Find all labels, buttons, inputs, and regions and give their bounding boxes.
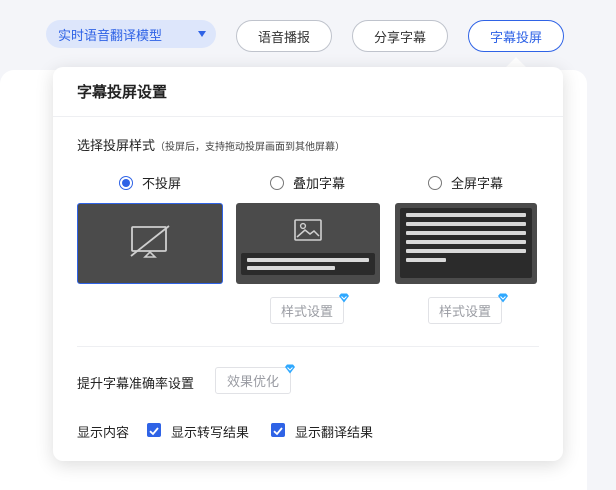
radio-fullscreen-subtitles[interactable] [428, 175, 442, 190]
subtitle-projection-button[interactable]: 字幕投屏 [468, 20, 564, 52]
section-divider [77, 346, 539, 347]
vip-diamond-icon [339, 293, 349, 303]
preview-fullscreen-subtitles[interactable] [395, 203, 537, 284]
subtitle-line [406, 240, 526, 244]
option-fullscreen-subtitles[interactable]: 全屏字幕 [428, 173, 503, 192]
subtitle-line [406, 231, 526, 235]
no-screen-icon [130, 225, 170, 258]
translation-checkbox[interactable] [271, 423, 285, 437]
subtitle-projection-settings-popup: 字幕投屏设置 选择投屏样式（投屏后，支持拖动投屏画面到其他屏幕） 不投屏 叠加字… [53, 67, 563, 461]
vip-diamond-icon [498, 293, 508, 303]
checkmark-icon [149, 427, 159, 436]
subtitle-line [406, 222, 526, 226]
preview-no-projection[interactable] [77, 203, 223, 284]
title-divider [53, 116, 563, 117]
projection-style-heading: 选择投屏样式（投屏后，支持拖动投屏画面到其他屏幕） [77, 135, 345, 154]
option-overlay-subtitles[interactable]: 叠加字幕 [270, 173, 345, 192]
subtitle-bar [241, 253, 375, 275]
chevron-down-icon [198, 31, 206, 37]
popup-title: 字幕投屏设置 [77, 83, 168, 101]
subtitle-line [406, 249, 526, 253]
option-no-projection-label: 不投屏 [142, 177, 182, 192]
projection-style-note: （投屏后，支持拖动投屏画面到其他屏幕） [155, 142, 346, 153]
model-select-label: 实时语音翻译模型 [58, 28, 163, 44]
voice-broadcast-button[interactable]: 语音播报 [236, 20, 332, 52]
preview-overlay-subtitles[interactable] [236, 203, 380, 284]
subtitle-line [406, 258, 446, 262]
model-select-dropdown[interactable]: 实时语音翻译模型 [46, 20, 216, 48]
overlay-style-settings-button[interactable]: 样式设置 [270, 297, 344, 324]
transcription-checkbox[interactable] [147, 423, 161, 437]
subtitle-line [406, 213, 526, 217]
fullscreen-subtitle-area [400, 208, 532, 278]
radio-overlay-subtitles[interactable] [270, 175, 284, 190]
option-fullscreen-subtitles-label: 全屏字幕 [451, 177, 504, 192]
radio-no-projection[interactable] [119, 175, 133, 190]
subtitle-line [247, 258, 369, 262]
option-no-projection[interactable]: 不投屏 [119, 173, 181, 192]
subtitle-line [247, 266, 335, 270]
effect-optimize-button[interactable]: 效果优化 [215, 367, 291, 394]
checkmark-icon [273, 427, 283, 436]
option-overlay-subtitles-label: 叠加字幕 [293, 177, 346, 192]
share-subtitles-button[interactable]: 分享字幕 [352, 20, 448, 52]
accuracy-settings-label: 提升字幕准确率设置 [77, 377, 195, 392]
vip-diamond-icon [285, 364, 295, 374]
projection-style-label: 选择投屏样式 [77, 139, 156, 154]
translation-label[interactable]: 显示翻译结果 [295, 422, 373, 441]
fullscreen-style-settings-button[interactable]: 样式设置 [428, 297, 502, 324]
image-icon [294, 219, 322, 241]
display-content-label: 显示内容 [77, 426, 130, 441]
transcription-label[interactable]: 显示转写结果 [171, 422, 249, 441]
